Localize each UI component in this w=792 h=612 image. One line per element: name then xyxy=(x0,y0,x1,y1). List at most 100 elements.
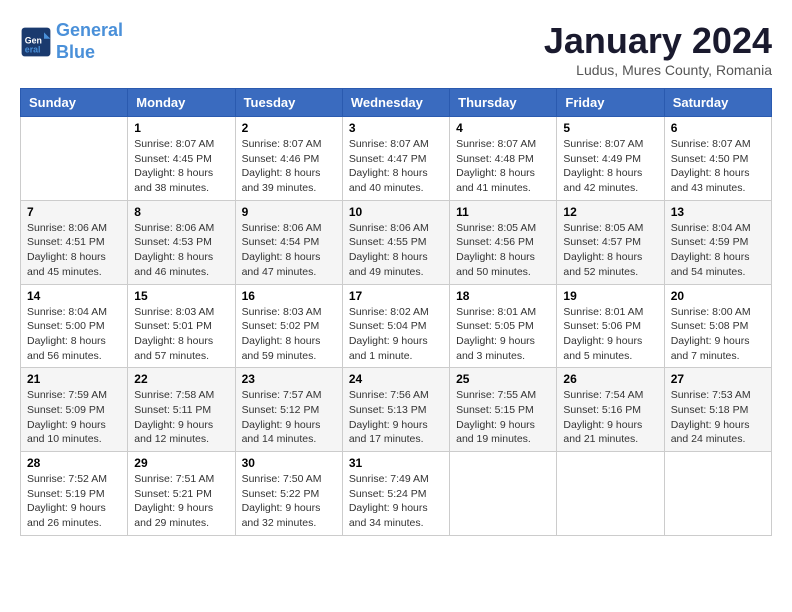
title-area: January 2024 Ludus, Mures County, Romani… xyxy=(544,20,772,78)
day-info: Sunrise: 8:06 AMSunset: 4:54 PMDaylight:… xyxy=(242,221,336,280)
day-number: 29 xyxy=(134,456,228,470)
week-row-4: 21 Sunrise: 7:59 AMSunset: 5:09 PMDayligh… xyxy=(21,368,772,452)
calendar-cell: 3 Sunrise: 8:07 AMSunset: 4:47 PMDaylight… xyxy=(342,117,449,201)
day-number: 30 xyxy=(242,456,336,470)
day-number: 5 xyxy=(563,121,657,135)
column-header-friday: Friday xyxy=(557,89,664,117)
calendar-cell: 21 Sunrise: 7:59 AMSunset: 5:09 PMDayligh… xyxy=(21,368,128,452)
column-header-saturday: Saturday xyxy=(664,89,771,117)
day-number: 28 xyxy=(27,456,121,470)
calendar-cell: 26 Sunrise: 7:54 AMSunset: 5:16 PMDayligh… xyxy=(557,368,664,452)
day-number: 24 xyxy=(349,372,443,386)
day-number: 22 xyxy=(134,372,228,386)
day-number: 23 xyxy=(242,372,336,386)
day-info: Sunrise: 7:49 AMSunset: 5:24 PMDaylight:… xyxy=(349,472,443,531)
day-info: Sunrise: 8:01 AMSunset: 5:05 PMDaylight:… xyxy=(456,305,550,364)
day-number: 21 xyxy=(27,372,121,386)
day-number: 8 xyxy=(134,205,228,219)
day-number: 17 xyxy=(349,289,443,303)
subtitle: Ludus, Mures County, Romania xyxy=(544,62,772,78)
day-info: Sunrise: 8:07 AMSunset: 4:50 PMDaylight:… xyxy=(671,137,765,196)
day-info: Sunrise: 8:03 AMSunset: 5:02 PMDaylight:… xyxy=(242,305,336,364)
day-info: Sunrise: 8:07 AMSunset: 4:45 PMDaylight:… xyxy=(134,137,228,196)
week-row-2: 7 Sunrise: 8:06 AMSunset: 4:51 PMDaylight… xyxy=(21,200,772,284)
calendar-cell: 4Sunrise: 8:07 AMSunset: 4:48 PMDaylight… xyxy=(450,117,557,201)
day-info: Sunrise: 8:05 AMSunset: 4:57 PMDaylight:… xyxy=(563,221,657,280)
calendar-cell: 27 Sunrise: 7:53 AMSunset: 5:18 PMDayligh… xyxy=(664,368,771,452)
day-info: Sunrise: 8:07 AMSunset: 4:46 PMDaylight:… xyxy=(242,137,336,196)
calendar-header-row: SundayMondayTuesdayWednesdayThursdayFrid… xyxy=(21,89,772,117)
day-info: Sunrise: 7:53 AMSunset: 5:18 PMDaylight:… xyxy=(671,388,765,447)
calendar-cell: 18 Sunrise: 8:01 AMSunset: 5:05 PMDayligh… xyxy=(450,284,557,368)
logo: Gen eral General Blue xyxy=(20,20,123,63)
calendar-cell: 8 Sunrise: 8:06 AMSunset: 4:53 PMDaylight… xyxy=(128,200,235,284)
day-info: Sunrise: 8:01 AMSunset: 5:06 PMDaylight:… xyxy=(563,305,657,364)
day-info: Sunrise: 8:00 AMSunset: 5:08 PMDaylight:… xyxy=(671,305,765,364)
calendar-cell: 19 Sunrise: 8:01 AMSunset: 5:06 PMDayligh… xyxy=(557,284,664,368)
calendar-cell: 2 Sunrise: 8:07 AMSunset: 4:46 PMDaylight… xyxy=(235,117,342,201)
calendar-cell xyxy=(557,452,664,536)
calendar-cell: 16 Sunrise: 8:03 AMSunset: 5:02 PMDayligh… xyxy=(235,284,342,368)
day-info: Sunrise: 7:59 AMSunset: 5:09 PMDaylight:… xyxy=(27,388,121,447)
day-info: Sunrise: 7:51 AMSunset: 5:21 PMDaylight:… xyxy=(134,472,228,531)
calendar-cell: 9 Sunrise: 8:06 AMSunset: 4:54 PMDaylight… xyxy=(235,200,342,284)
day-info: Sunrise: 7:57 AMSunset: 5:12 PMDaylight:… xyxy=(242,388,336,447)
calendar-cell: 10 Sunrise: 8:06 AMSunset: 4:55 PMDayligh… xyxy=(342,200,449,284)
svg-text:eral: eral xyxy=(25,44,41,54)
calendar-cell: 13 Sunrise: 8:04 AMSunset: 4:59 PMDayligh… xyxy=(664,200,771,284)
day-number: 26 xyxy=(563,372,657,386)
calendar-cell: 24 Sunrise: 7:56 AMSunset: 5:13 PMDayligh… xyxy=(342,368,449,452)
logo-icon: Gen eral xyxy=(20,26,52,58)
calendar-cell: 25Sunrise: 7:55 AMSunset: 5:15 PMDayligh… xyxy=(450,368,557,452)
day-info: Sunrise: 7:56 AMSunset: 5:13 PMDaylight:… xyxy=(349,388,443,447)
day-info: Sunrise: 8:06 AMSunset: 4:51 PMDaylight:… xyxy=(27,221,121,280)
day-info: Sunrise: 8:03 AMSunset: 5:01 PMDaylight:… xyxy=(134,305,228,364)
day-info: Sunrise: 8:06 AMSunset: 4:53 PMDaylight:… xyxy=(134,221,228,280)
day-info: Sunrise: 8:07 AMSunset: 4:49 PMDaylight:… xyxy=(563,137,657,196)
column-header-wednesday: Wednesday xyxy=(342,89,449,117)
day-info: Sunrise: 8:04 AMSunset: 5:00 PMDaylight:… xyxy=(27,305,121,364)
calendar-cell: 23 Sunrise: 7:57 AMSunset: 5:12 PMDayligh… xyxy=(235,368,342,452)
day-number: 15 xyxy=(134,289,228,303)
day-number: 2 xyxy=(242,121,336,135)
day-info: Sunrise: 7:54 AMSunset: 5:16 PMDaylight:… xyxy=(563,388,657,447)
day-number: 9 xyxy=(242,205,336,219)
calendar: SundayMondayTuesdayWednesdayThursdayFrid… xyxy=(20,88,772,536)
day-info: Sunrise: 8:02 AMSunset: 5:04 PMDaylight:… xyxy=(349,305,443,364)
day-info: Sunrise: 8:04 AMSunset: 4:59 PMDaylight:… xyxy=(671,221,765,280)
day-number: 25 xyxy=(456,372,550,386)
calendar-cell: 20 Sunrise: 8:00 AMSunset: 5:08 PMDayligh… xyxy=(664,284,771,368)
day-number: 16 xyxy=(242,289,336,303)
day-number: 14 xyxy=(27,289,121,303)
day-number: 19 xyxy=(563,289,657,303)
calendar-cell: 28 Sunrise: 7:52 AMSunset: 5:19 PMDayligh… xyxy=(21,452,128,536)
calendar-cell xyxy=(450,452,557,536)
day-number: 31 xyxy=(349,456,443,470)
day-number: 18 xyxy=(456,289,550,303)
calendar-cell xyxy=(21,117,128,201)
header: Gen eral General Blue January 2024 Ludus… xyxy=(20,20,772,78)
day-number: 11 xyxy=(456,205,550,219)
day-number: 1 xyxy=(134,121,228,135)
calendar-cell: 7 Sunrise: 8:06 AMSunset: 4:51 PMDaylight… xyxy=(21,200,128,284)
month-title: January 2024 xyxy=(544,20,772,62)
day-info: Sunrise: 8:05 AMSunset: 4:56 PMDaylight:… xyxy=(456,221,550,280)
calendar-cell: 17 Sunrise: 8:02 AMSunset: 5:04 PMDayligh… xyxy=(342,284,449,368)
day-info: Sunrise: 7:52 AMSunset: 5:19 PMDaylight:… xyxy=(27,472,121,531)
day-number: 27 xyxy=(671,372,765,386)
day-info: Sunrise: 8:07 AMSunset: 4:47 PMDaylight:… xyxy=(349,137,443,196)
day-number: 13 xyxy=(671,205,765,219)
day-info: Sunrise: 8:07 AMSunset: 4:48 PMDaylight:… xyxy=(456,137,550,196)
day-number: 7 xyxy=(27,205,121,219)
column-header-thursday: Thursday xyxy=(450,89,557,117)
day-number: 3 xyxy=(349,121,443,135)
calendar-cell: 14 Sunrise: 8:04 AMSunset: 5:00 PMDayligh… xyxy=(21,284,128,368)
column-header-sunday: Sunday xyxy=(21,89,128,117)
week-row-5: 28 Sunrise: 7:52 AMSunset: 5:19 PMDayligh… xyxy=(21,452,772,536)
calendar-cell: 30Sunrise: 7:50 AMSunset: 5:22 PMDayligh… xyxy=(235,452,342,536)
calendar-cell: 22Sunrise: 7:58 AMSunset: 5:11 PMDayligh… xyxy=(128,368,235,452)
day-number: 10 xyxy=(349,205,443,219)
day-info: Sunrise: 8:06 AMSunset: 4:55 PMDaylight:… xyxy=(349,221,443,280)
week-row-3: 14 Sunrise: 8:04 AMSunset: 5:00 PMDayligh… xyxy=(21,284,772,368)
day-number: 20 xyxy=(671,289,765,303)
